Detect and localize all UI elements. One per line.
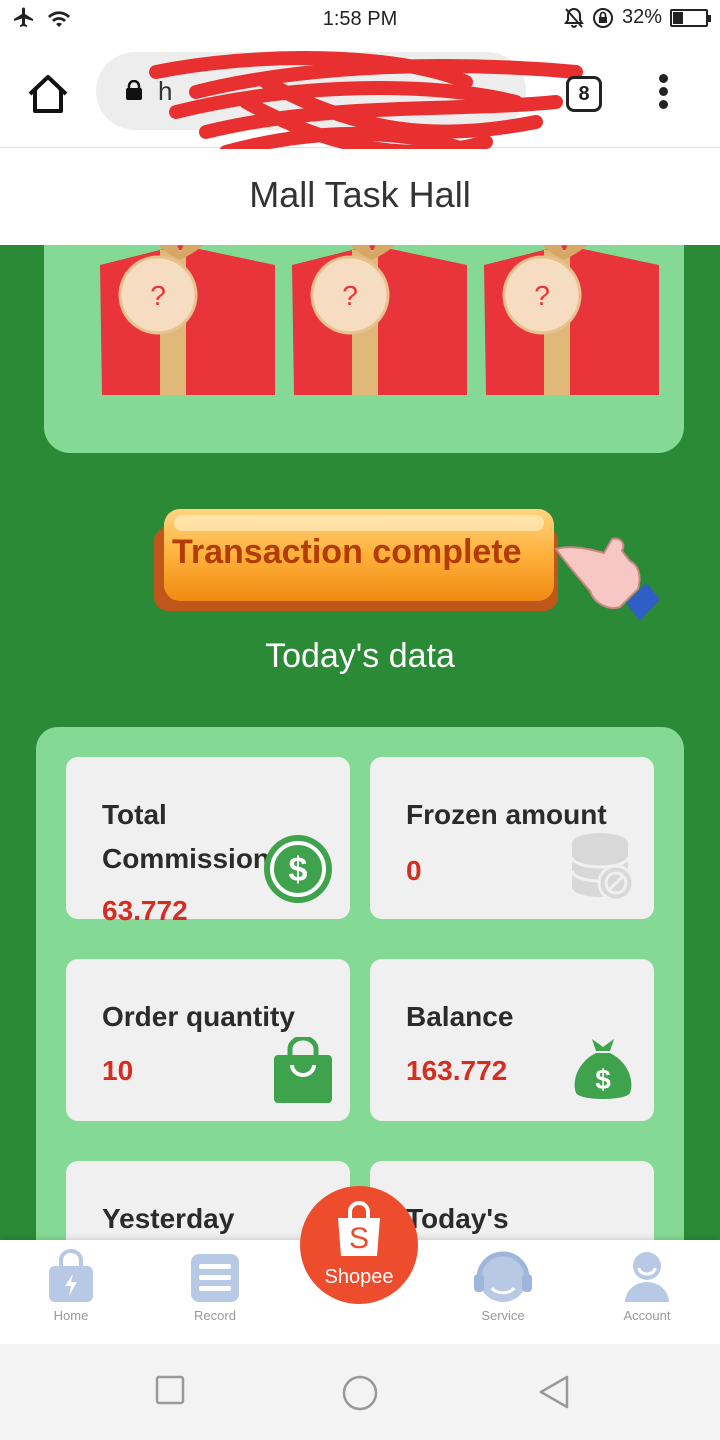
shopee-button[interactable]: S Shopee [300, 1186, 418, 1304]
transaction-label: Transaction complete [172, 533, 522, 571]
gift-box-1-label: ? [150, 280, 166, 311]
home-circle-icon[interactable] [341, 1374, 379, 1412]
gift-box-2[interactable]: ? [272, 245, 482, 405]
battery-icon [670, 8, 711, 27]
nav-label-home: Home [53, 1308, 89, 1323]
nav-label-account: Account [623, 1308, 671, 1323]
stat-card-total-commission: Total Commission 63.772 $ [66, 757, 350, 926]
system-navigation-bar [0, 1344, 720, 1440]
pointing-hand-icon [554, 537, 660, 621]
bell-muted-icon [564, 7, 584, 28]
stat-card-frozen-amount: Frozen amount 0 [370, 757, 654, 919]
recent-apps-icon[interactable] [154, 1374, 186, 1406]
battery-percent: 32% [621, 6, 662, 28]
tab-switcher-button[interactable]: 8 [566, 76, 602, 112]
stat-label: Balance [406, 1001, 514, 1032]
dollar-coin-icon: $ [264, 835, 332, 903]
shopping-bag-icon [274, 1037, 332, 1103]
shopee-bag-icon: S [338, 1201, 380, 1256]
page-header: Mall Task Hall [0, 149, 720, 245]
stat-value: 163.772 [406, 1055, 508, 1086]
stats-panel: Total Commission 63.772 $ Frozen amount … [36, 727, 684, 1240]
nav-account[interactable]: Account [592, 1248, 702, 1323]
transaction-complete-button[interactable]: Transaction complete [152, 507, 562, 613]
svg-text:S: S [349, 1222, 369, 1255]
status-bar: 1:58 PM 32% [0, 0, 720, 38]
status-right-icons: 32% [564, 6, 711, 29]
address-bar[interactable]: h [96, 51, 583, 169]
nav-label-record: Record [194, 1308, 236, 1323]
svg-text:$: $ [595, 1064, 611, 1095]
gift-box-2-label: ? [342, 280, 358, 311]
stat-card-balance: Balance 163.772 $ [370, 959, 654, 1121]
stat-value: 63.772 [102, 895, 188, 926]
account-icon [625, 1252, 669, 1302]
menu-icon[interactable] [654, 74, 672, 114]
gift-card-panel: ? ? ? [44, 245, 684, 453]
gift-box-3[interactable]: ? [464, 245, 674, 405]
back-icon[interactable] [536, 1374, 572, 1410]
home-icon[interactable] [26, 72, 70, 116]
nav-record[interactable]: Record [160, 1248, 270, 1323]
stat-card-order-quantity: Order quantity 10 [66, 959, 350, 1121]
page-title: Mall Task Hall [249, 174, 471, 215]
home-bag-icon [49, 1249, 93, 1302]
gift-box-1[interactable]: ? [80, 245, 290, 405]
stat-value: 10 [102, 1055, 134, 1086]
headset-icon [474, 1251, 532, 1302]
nav-service[interactable]: Service [448, 1248, 558, 1323]
record-list-icon [191, 1254, 239, 1302]
shopee-label: Shopee [324, 1266, 394, 1288]
browser-toolbar: h 8 [0, 38, 720, 169]
gift-box-3-label: ? [534, 280, 550, 311]
svg-text:$: $ [289, 851, 308, 889]
section-title: Today's data [265, 637, 455, 675]
battery-fill [673, 11, 684, 24]
stat-label: Order quantity [102, 1001, 295, 1032]
nav-label-service: Service [481, 1308, 525, 1323]
frozen-coins-icon [570, 833, 635, 902]
money-bag-icon: $ [574, 1039, 632, 1099]
rotation-lock-icon [592, 7, 613, 28]
main-content: ? ? ? Transaction complete Today's data … [0, 245, 720, 1240]
stat-value: 0 [406, 855, 422, 886]
nav-home[interactable]: Home [16, 1248, 126, 1323]
stat-label: Today's [406, 1203, 509, 1234]
